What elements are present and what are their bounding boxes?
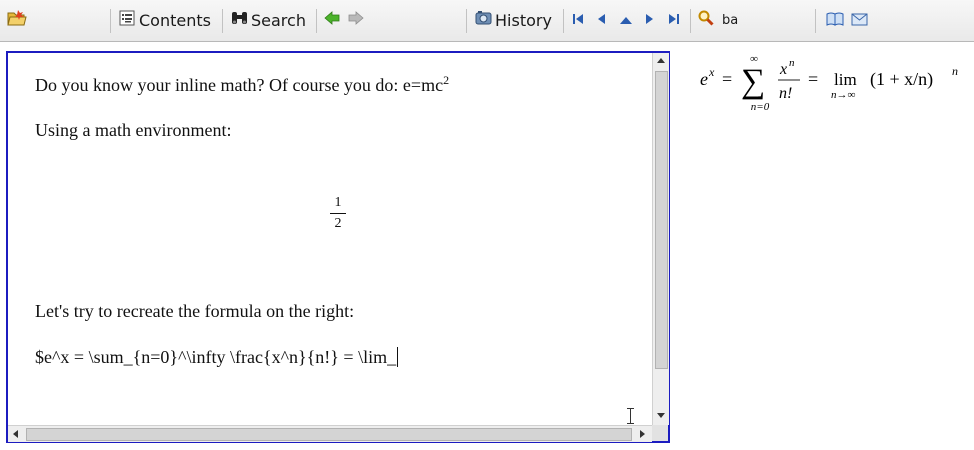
next-page-button[interactable] bbox=[645, 8, 655, 32]
toolbar-separator bbox=[110, 9, 111, 33]
toolbar-separator bbox=[563, 9, 564, 33]
preview-paren-expr: (1 + x/n) bbox=[870, 69, 933, 90]
folder-icon bbox=[7, 9, 27, 31]
preview-frac-num: x bbox=[779, 61, 787, 78]
inline-math-line: Do you know your inline math? Of course … bbox=[35, 73, 449, 96]
horizontal-scrollbar[interactable] bbox=[8, 425, 652, 442]
history-button[interactable]: History bbox=[475, 8, 552, 32]
inline-math-text: Do you know your inline math? Of course … bbox=[35, 75, 444, 95]
exponent: 2 bbox=[443, 73, 450, 87]
triangle-up-icon bbox=[619, 11, 633, 30]
text-caret bbox=[397, 347, 399, 367]
scroll-left-icon[interactable] bbox=[13, 430, 18, 438]
preview-sum-bottom: n=0 bbox=[751, 101, 770, 113]
fraction-denominator: 2 bbox=[334, 216, 342, 231]
first-page-button[interactable] bbox=[572, 8, 584, 32]
email-button[interactable] bbox=[851, 8, 868, 32]
book-icon bbox=[826, 11, 844, 30]
formula-preview: e x = ∞ ∑ n=0 x n n! = lim n→∞ (1 + x/n)… bbox=[698, 52, 968, 113]
last-page-button[interactable] bbox=[668, 8, 680, 32]
latex-input-line[interactable]: $e^x = \sum_{n=0}^\infty \frac{x^n}{n!} … bbox=[35, 347, 399, 368]
preview-exp-x: x bbox=[708, 65, 715, 79]
envelope-icon bbox=[851, 11, 868, 30]
binoculars-icon bbox=[231, 10, 248, 30]
preview-equals-1: = bbox=[722, 69, 732, 89]
open-folder-button[interactable] bbox=[7, 8, 27, 32]
vertical-scrollbar[interactable] bbox=[652, 53, 669, 425]
scrollbar-corner bbox=[652, 425, 668, 441]
search-label: Search bbox=[251, 10, 306, 30]
contents-icon bbox=[119, 10, 135, 30]
preview-equals-2: = bbox=[808, 69, 818, 89]
scroll-up-icon[interactable] bbox=[657, 58, 665, 63]
toolbar-separator bbox=[316, 9, 317, 33]
fraction-bar bbox=[330, 213, 346, 214]
math-env-text: Using a math environment: bbox=[35, 120, 232, 140]
editor-content[interactable]: Do you know your inline math? Of course … bbox=[8, 53, 652, 425]
preview-sum: ∑ bbox=[741, 63, 765, 100]
math-env-line: Using a math environment: bbox=[35, 120, 231, 141]
preview-e: e bbox=[700, 69, 708, 89]
toolbar-separator bbox=[815, 9, 816, 33]
scroll-right-icon[interactable] bbox=[640, 430, 645, 438]
fraction-numerator: 1 bbox=[334, 195, 342, 210]
history-label: History bbox=[495, 10, 552, 30]
triangle-left-icon bbox=[596, 11, 606, 30]
triangle-right-icon bbox=[645, 11, 655, 30]
preview-lim: lim bbox=[834, 70, 857, 89]
contents-button[interactable]: Contents bbox=[119, 8, 211, 32]
latex-source-text: $e^x = \sum_{n=0}^\infty \frac{x^n}{n!} … bbox=[35, 347, 397, 367]
fraction-display: 1 2 bbox=[330, 195, 346, 232]
skip-last-icon bbox=[668, 11, 680, 30]
magnifier-icon bbox=[698, 10, 714, 30]
format-label: ba bbox=[722, 12, 739, 28]
toolbar: Contents Search History ba bbox=[0, 0, 974, 42]
recreate-text: Let's try to recreate the formula on the… bbox=[35, 301, 355, 321]
toolbar-separator bbox=[466, 9, 467, 33]
forward-button[interactable] bbox=[348, 8, 364, 32]
preview-frac-den: n! bbox=[779, 85, 792, 102]
find-button[interactable] bbox=[698, 8, 714, 32]
toolbar-separator bbox=[690, 9, 691, 33]
vertical-scroll-thumb[interactable] bbox=[655, 71, 668, 369]
source-editor[interactable]: Do you know your inline math? Of course … bbox=[6, 51, 670, 443]
book-button[interactable] bbox=[826, 8, 844, 32]
arrow-right-icon bbox=[348, 10, 364, 30]
arrow-left-icon bbox=[324, 10, 340, 30]
previous-page-button[interactable] bbox=[596, 8, 606, 32]
preview-paren-sup: n bbox=[952, 64, 958, 78]
search-button[interactable]: Search bbox=[231, 8, 306, 32]
format-button[interactable]: ba bbox=[722, 8, 738, 32]
recreate-line: Let's try to recreate the formula on the… bbox=[35, 301, 354, 322]
back-button[interactable] bbox=[324, 8, 340, 32]
contents-label: Contents bbox=[139, 10, 211, 30]
toolbar-separator bbox=[222, 9, 223, 33]
history-icon bbox=[475, 10, 492, 30]
skip-first-icon bbox=[572, 11, 584, 30]
horizontal-scroll-thumb[interactable] bbox=[26, 428, 632, 441]
preview-lim-sub: n→∞ bbox=[831, 89, 856, 101]
preview-frac-num-sup: n bbox=[789, 57, 795, 69]
scroll-down-icon[interactable] bbox=[657, 413, 665, 418]
ibeam-cursor-icon bbox=[627, 408, 634, 424]
up-button[interactable] bbox=[619, 8, 633, 32]
